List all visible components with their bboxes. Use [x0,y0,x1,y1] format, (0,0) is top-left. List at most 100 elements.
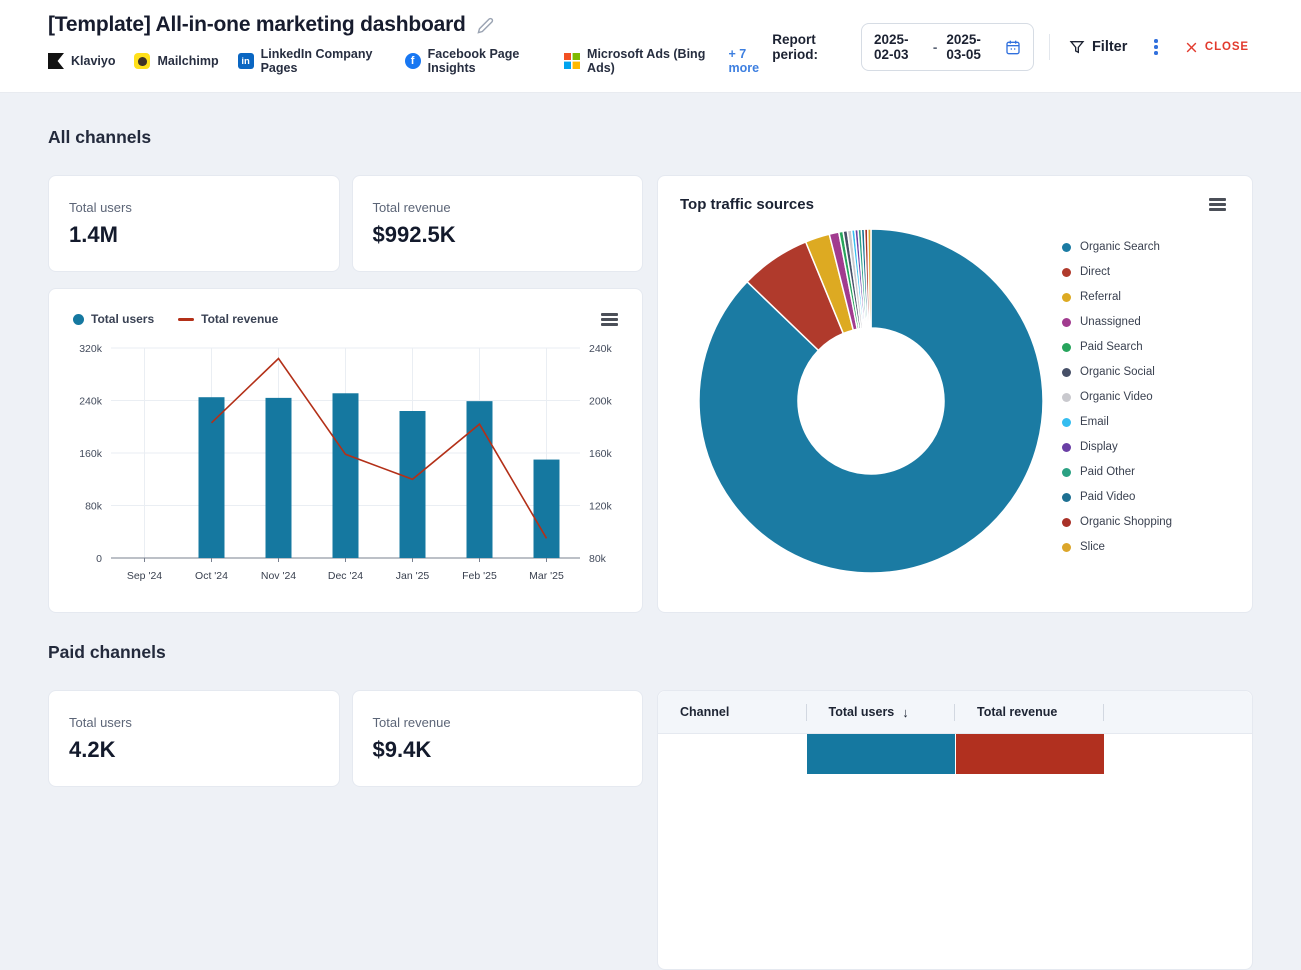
donut-legend-item-slice[interactable]: Slice [1062,535,1230,560]
filter-button[interactable]: Filter [1065,35,1131,59]
legend-label: Organic Shopping [1080,516,1172,528]
kpi-label: Total revenue [373,200,623,215]
legend-dot-icon [1062,543,1071,552]
close-label: CLOSE [1205,41,1249,53]
donut-legend-item-organic-video[interactable]: Organic Video [1062,385,1230,410]
more-integrations-link[interactable]: + 7 more [729,47,773,75]
integrations-row: Klaviyo Mailchimp in LinkedIn Company Pages… [48,47,772,75]
menu-bar [601,323,618,326]
legend-dot-icon [1062,393,1071,402]
kpi-value: $992.5K [373,222,623,248]
date-range-input[interactable]: 2025-02-03 - 2025-03-05 [861,23,1034,71]
more-options-button[interactable] [1146,34,1166,60]
legend-label: Slice [1080,541,1105,553]
sort-descending-icon[interactable]: ↓ [902,705,909,720]
table-header-total-revenue[interactable]: Total revenue [955,691,1104,733]
integration-label: LinkedIn Company Pages [261,47,386,75]
integration-label: Mailchimp [157,54,218,68]
kebab-dot [1154,51,1158,55]
donut-legend-item-direct[interactable]: Direct [1062,260,1230,285]
svg-text:Sep '24: Sep '24 [127,570,162,582]
kpi-label: Total revenue [373,715,623,730]
linkedin-icon: in [238,53,254,69]
donut-legend-item-organic-shopping[interactable]: Organic Shopping [1062,510,1230,535]
donut-legend-item-organic-social[interactable]: Organic Social [1062,360,1230,385]
menu-bar [601,313,618,316]
funnel-icon [1069,39,1085,55]
legend-dot-icon [1062,418,1071,427]
topbar: [Template] All-in-one marketing dashboar… [0,0,1301,93]
legend-label: Organic Social [1080,366,1155,378]
page-title: [Template] All-in-one marketing dashboar… [48,13,466,37]
date-end[interactable]: 2025-03-05 [946,32,996,62]
donut-legend-item-display[interactable]: Display [1062,435,1230,460]
kpi-card-total-revenue: Total revenue $9.4K [352,690,644,787]
legend-label: Total users [91,312,154,326]
chart-context-menu-button[interactable] [1205,194,1230,215]
legend-dot-icon [1062,518,1071,527]
users-revenue-combo-chart: 080k80k120k160k160k240k200k320k240kSep '… [65,340,626,592]
donut-legend-item-paid-video[interactable]: Paid Video [1062,485,1230,510]
donut-legend-item-referral[interactable]: Referral [1062,285,1230,310]
calendar-icon[interactable] [1005,39,1021,55]
filter-label: Filter [1092,39,1127,55]
legend-dot-icon [1062,468,1071,477]
cell-revenue-bar[interactable] [955,734,1104,774]
integration-facebook-page-insights: fFacebook Page Insights [405,47,545,75]
table-header-channel[interactable]: Channel [658,691,807,733]
legend-line-icon [178,318,194,321]
legend-dot-icon [1062,368,1071,377]
integration-klaviyo: Klaviyo [48,53,115,69]
legend-item-total-users[interactable]: Total users [73,312,154,326]
donut-chart-title: Top traffic sources [680,196,814,213]
legend-label: Total revenue [201,312,278,326]
integration-label: Microsoft Ads (Bing Ads) [587,47,709,75]
legend-dot-icon [1062,293,1071,302]
topbar-right: Report period: 2025-02-03 - 2025-03-05 F… [772,23,1253,71]
donut-legend-item-email[interactable]: Email [1062,410,1230,435]
donut-legend-item-organic-search[interactable]: Organic Search [1062,235,1230,260]
kpi-value: 1.4M [69,222,319,248]
cell-channel[interactable] [658,734,807,774]
close-button[interactable]: CLOSE [1181,37,1253,58]
report-period-label: Report period: [772,32,846,62]
svg-text:Nov '24: Nov '24 [261,570,296,582]
dashboard-content: All channels Total users 1.4M Total revenu… [0,93,1301,970]
table-header-total-users[interactable]: Total users↓ [807,691,956,733]
column-label: Total revenue [977,705,1057,719]
legend-label: Paid Other [1080,466,1135,478]
section-heading-paid-channels: Paid channels [48,642,1253,663]
table-row[interactable] [658,734,1252,774]
legend-label: Organic Video [1080,391,1153,403]
edit-title-icon[interactable] [477,17,494,34]
kpi-card-total-revenue: Total revenue $992.5K [352,175,644,272]
legend-dot-icon [1062,243,1071,252]
cell-blank [1104,734,1253,774]
svg-text:80k: 80k [85,500,103,512]
cell-users-bar[interactable] [807,734,956,774]
svg-text:Jan '25: Jan '25 [396,570,430,582]
svg-text:Oct '24: Oct '24 [195,570,228,582]
date-start[interactable]: 2025-02-03 [874,32,924,62]
donut-legend-item-paid-other[interactable]: Paid Other [1062,460,1230,485]
svg-text:Mar '25: Mar '25 [529,570,564,582]
legend-label: Direct [1080,266,1110,278]
donut-legend: Organic Search Direct Referral Unassigned Pa… [1062,217,1230,585]
donut-legend-item-unassigned[interactable]: Unassigned [1062,310,1230,335]
section-heading-all-channels: All channels [48,127,1253,148]
integration-microsoft-ads-bing-ads: Microsoft Ads (Bing Ads) [564,47,709,75]
chart-context-menu-button[interactable] [597,309,622,330]
kpi-label: Total users [69,200,319,215]
svg-text:160k: 160k [79,448,103,460]
kebab-dot [1154,39,1158,43]
legend-label: Unassigned [1080,316,1141,328]
integration-mailchimp: Mailchimp [134,53,218,69]
donut-legend-item-paid-search[interactable]: Paid Search [1062,335,1230,360]
legend-item-total-revenue[interactable]: Total revenue [178,312,278,326]
svg-text:240k: 240k [79,395,103,407]
mailchimp-icon [134,53,150,69]
kpi-value: $9.4K [373,737,623,763]
legend-dot-icon [1062,268,1071,277]
legend-label: Display [1080,441,1118,453]
table-header-blank[interactable] [1104,691,1253,733]
